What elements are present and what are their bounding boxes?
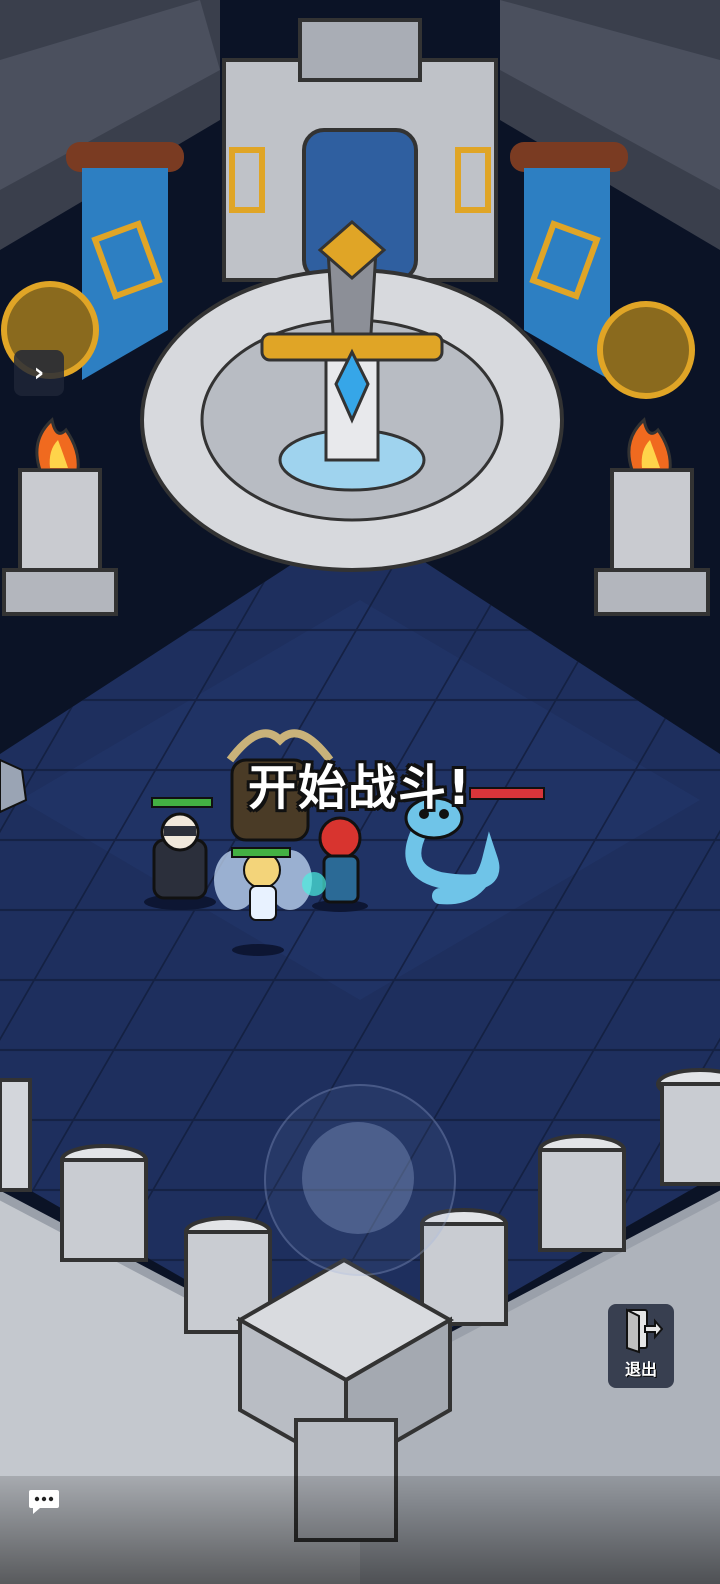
movement-joystick[interactable]	[264, 1084, 456, 1276]
ally-health-bar-2	[231, 847, 291, 858]
exit-label: 退出	[624, 1360, 657, 1379]
exit-door-icon	[626, 1308, 663, 1354]
chat-button[interactable]	[24, 1482, 64, 1522]
expand-panel-button[interactable]: ›	[14, 350, 64, 396]
bottom-bar	[0, 1476, 720, 1584]
ally-health-bar-1	[151, 797, 213, 808]
chat-bubble-icon	[29, 1490, 59, 1514]
chevron-right-icon: ›	[33, 358, 45, 388]
exit-button[interactable]: 退出	[608, 1304, 674, 1388]
enemy-health-bar	[469, 787, 545, 800]
joystick-knob[interactable]	[302, 1122, 414, 1234]
shield-right	[597, 301, 695, 399]
